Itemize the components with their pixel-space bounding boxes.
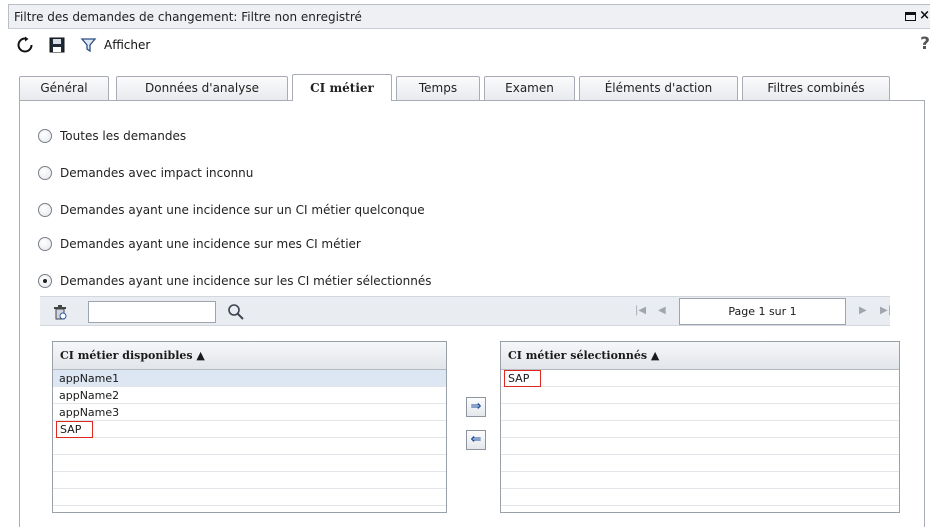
- tab-analysis-data[interactable]: Données d'analyse: [116, 76, 288, 100]
- selected-ci-header[interactable]: CI métier sélectionnés ▲: [501, 342, 899, 370]
- radio-button[interactable]: [38, 274, 52, 288]
- filter-icon[interactable]: [80, 36, 98, 54]
- available-ci-header[interactable]: CI métier disponibles ▲: [53, 342, 446, 370]
- tab-combined-filters[interactable]: Filtres combinés: [742, 76, 890, 100]
- list-item-empty: [501, 438, 899, 455]
- first-page-icon[interactable]: |◀: [635, 305, 646, 316]
- search-icon[interactable]: [227, 303, 245, 321]
- refresh-icon[interactable]: [16, 36, 34, 54]
- tab-business-ci[interactable]: CI métier: [292, 74, 392, 101]
- tab-action-items[interactable]: Éléments d'action: [579, 76, 738, 100]
- maximize-icon[interactable]: [905, 12, 916, 21]
- close-icon[interactable]: ×: [919, 8, 930, 23]
- radio-label: Demandes ayant une incidence sur mes CI …: [60, 237, 361, 251]
- radio-button[interactable]: [38, 166, 52, 180]
- radio-button[interactable]: [38, 237, 52, 251]
- radio-button[interactable]: [38, 129, 52, 143]
- search-toolbar: |◀ ◀ Page 1 sur 1 ▶ ▶|: [40, 296, 891, 326]
- list-item-empty: [501, 404, 899, 421]
- list-item-empty: [501, 455, 899, 472]
- list-item-empty: [501, 421, 899, 438]
- selected-ci-list: CI métier sélectionnés ▲ SAP: [500, 341, 900, 513]
- list-item-empty: [501, 387, 899, 404]
- list-item[interactable]: SAP: [53, 421, 446, 438]
- list-item-label: SAP: [504, 370, 542, 387]
- list-item-empty: [53, 472, 446, 489]
- show-button[interactable]: Afficher: [104, 38, 150, 52]
- search-input[interactable]: [88, 301, 216, 323]
- window-title: Filtre des demandes de changement: Filtr…: [14, 10, 362, 24]
- last-page-icon[interactable]: ▶|: [880, 305, 891, 316]
- list-item-label: SAP: [56, 421, 94, 438]
- tab-review[interactable]: Examen: [484, 76, 575, 100]
- remove-from-selected-button[interactable]: ⇐: [466, 430, 486, 450]
- list-item[interactable]: SAP: [501, 370, 899, 387]
- radio-label: Demandes ayant une incidence sur un CI m…: [60, 203, 425, 217]
- toolbar: Afficher ?: [8, 30, 930, 60]
- list-item[interactable]: appName1: [53, 370, 446, 387]
- radio-label: Demandes ayant une incidence sur les CI …: [60, 274, 432, 288]
- prev-page-icon[interactable]: ◀: [658, 305, 666, 316]
- tab-general[interactable]: Général: [19, 76, 109, 100]
- window-titlebar: Filtre des demandes de changement: Filtr…: [8, 4, 930, 29]
- save-icon[interactable]: [48, 36, 66, 54]
- available-ci-list: CI métier disponibles ▲ appName1 appName…: [52, 341, 447, 513]
- list-item-label: appName2: [59, 389, 120, 402]
- radio-label: Demandes avec impact inconnu: [60, 166, 254, 180]
- tab-time[interactable]: Temps: [396, 76, 480, 100]
- list-item-empty: [501, 489, 899, 506]
- list-item[interactable]: appName2: [53, 387, 446, 404]
- list-item-empty: [53, 489, 446, 506]
- list-item-empty: [53, 438, 446, 455]
- help-icon[interactable]: ?: [920, 34, 930, 54]
- list-item-label: appName3: [59, 406, 120, 419]
- list-item[interactable]: appName3: [53, 404, 446, 421]
- radio-label: Toutes les demandes: [60, 129, 187, 143]
- clear-filter-icon[interactable]: [52, 304, 68, 320]
- next-page-icon[interactable]: ▶: [859, 305, 867, 316]
- list-item-label: appName1: [59, 372, 120, 385]
- add-to-selected-button[interactable]: ⇒: [466, 397, 486, 417]
- list-item-empty: [53, 455, 446, 472]
- list-item-empty: [501, 472, 899, 489]
- radio-button[interactable]: [38, 203, 52, 217]
- page-indicator: Page 1 sur 1: [679, 298, 846, 325]
